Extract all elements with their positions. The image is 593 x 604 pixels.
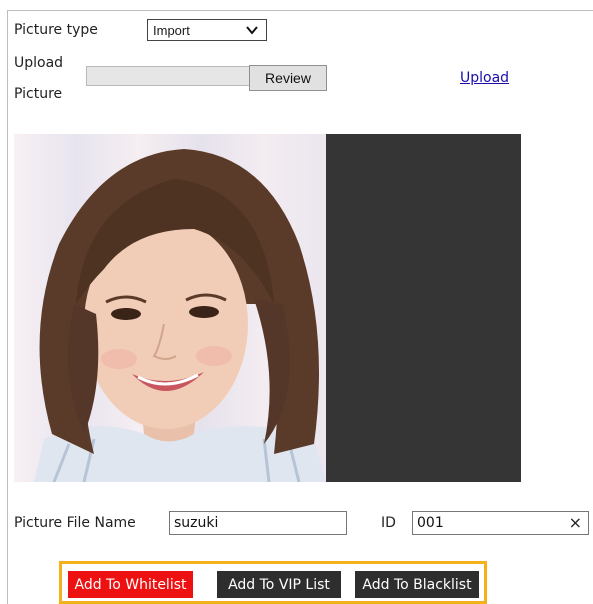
portrait-image [34, 149, 326, 482]
add-to-blacklist-button[interactable]: Add To Blacklist [355, 571, 479, 598]
upload-label-line2: Picture [14, 86, 63, 102]
close-icon[interactable]: × [569, 515, 582, 531]
add-to-whitelist-button[interactable]: Add To Whitelist [68, 571, 193, 598]
id-input[interactable]: 001 × [412, 511, 589, 535]
id-value: 001 [417, 515, 444, 531]
file-name-label: Picture File Name [14, 515, 136, 531]
action-button-group: Add To Whitelist Add To VIP List Add To … [59, 561, 487, 604]
portrait-photo [14, 134, 326, 482]
upload-link[interactable]: Upload [460, 70, 509, 86]
add-to-vip-list-button[interactable]: Add To VIP List [217, 571, 341, 598]
picture-type-label: Picture type [14, 22, 98, 38]
upload-label-line1: Upload [14, 55, 64, 71]
picture-type-select[interactable]: Import [147, 19, 267, 41]
picture-preview [14, 134, 521, 482]
picture-type-value: Import [153, 22, 190, 38]
chevron-down-icon [246, 26, 258, 35]
file-name-value: suzuki [174, 515, 219, 531]
id-label: ID [381, 515, 396, 531]
review-button[interactable]: Review [249, 65, 327, 91]
file-name-input[interactable]: suzuki [169, 511, 347, 535]
file-path-field[interactable] [86, 66, 252, 86]
